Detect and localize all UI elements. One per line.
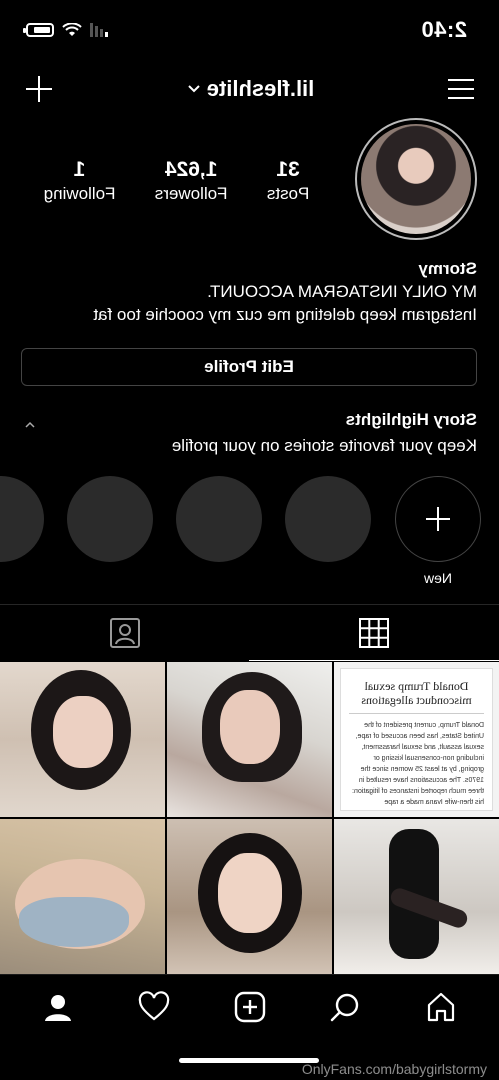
bottom-tab-bar (0, 974, 499, 1038)
posts-grid: Donald Trump sexual misconduct allegatio… (0, 662, 499, 974)
bio-line: Instagram keep deleting me cuz my coochi… (93, 305, 477, 324)
new-highlight-label: New (424, 570, 453, 586)
highlight-placeholder (67, 476, 153, 562)
stat-value: 1,624 (164, 158, 218, 181)
tagged-person-icon (109, 617, 140, 648)
stat-label: Following (43, 184, 116, 203)
highlight-placeholder (285, 476, 371, 562)
highlights-collapse-button[interactable] (24, 416, 36, 434)
article-title: Donald Trump sexual misconduct allegatio… (361, 679, 472, 707)
edit-profile-button[interactable]: Edit Profile (21, 348, 477, 386)
wifi-icon (62, 23, 82, 36)
post-thumbnail[interactable]: Donald Trump sexual misconduct allegatio… (334, 662, 499, 817)
photo-shape (220, 690, 280, 764)
article-divider (349, 713, 484, 714)
profile-display-name: Stormy (418, 259, 477, 278)
plus-icon (26, 76, 52, 102)
photo-shape (19, 897, 129, 947)
nav-add-post[interactable] (226, 983, 274, 1031)
profile-stats: 31 Posts 1,624 Followers 1 Following (24, 158, 329, 204)
status-time: 2:40 (420, 17, 467, 42)
profile-tabs (0, 604, 499, 660)
photo-shape (218, 853, 282, 933)
avatar (361, 124, 471, 234)
status-bar: 2:40 (0, 0, 499, 60)
new-content-button[interactable] (24, 74, 54, 104)
article-screenshot: Donald Trump sexual misconduct allegatio… (340, 668, 493, 811)
status-icons (26, 23, 108, 37)
nav-search[interactable] (321, 983, 369, 1031)
profile-avatar-ring[interactable] (355, 118, 477, 240)
watermark: OnlyFans.com/babygirlstormy (301, 1061, 487, 1077)
profile-header: 31 Posts 1,624 Followers 1 Following (0, 118, 499, 258)
bio-line: MY ONLY INSTAGRAM ACCOUNT. (207, 282, 477, 301)
stat-value: 31 (276, 158, 300, 181)
post-thumbnail[interactable] (334, 819, 499, 974)
profile-icon (44, 994, 71, 1021)
new-highlight-button[interactable]: New (395, 476, 481, 586)
highlights-subtitle: Keep your favorite stories on your profi… (171, 436, 477, 455)
tab-grid[interactable] (250, 605, 499, 660)
highlight-placeholder (0, 476, 44, 562)
chevron-down-icon (187, 85, 200, 93)
grid-icon (359, 617, 390, 648)
new-highlight-circle (395, 476, 481, 562)
stat-following[interactable]: 1 Following (44, 158, 116, 204)
add-post-icon (234, 991, 265, 1022)
post-thumbnail[interactable] (0, 662, 165, 817)
battery-icon (26, 23, 54, 37)
highlight-placeholder (176, 476, 262, 562)
stat-label: Followers (154, 184, 228, 203)
tab-tagged[interactable] (0, 605, 250, 660)
stat-followers[interactable]: 1,624 Followers (155, 158, 228, 204)
account-switcher[interactable]: lil.fleshlite (187, 76, 315, 102)
profile-bio: Stormy MY ONLY INSTAGRAM ACCOUNT. Instag… (17, 258, 477, 326)
mirrored-screen: 2:40 lil.fleshlite 31 Posts 1,624 Follow… (0, 0, 499, 1080)
menu-button[interactable] (447, 77, 475, 101)
post-thumbnail[interactable] (167, 819, 332, 974)
photo-shape (53, 696, 113, 768)
stat-value: 1 (73, 158, 86, 181)
profile-username: lil.fleshlite (206, 76, 315, 101)
plus-icon (426, 507, 450, 531)
nav-home[interactable] (417, 983, 465, 1031)
article-body: Donald Trump, current president of the U… (352, 722, 484, 806)
home-icon (428, 992, 455, 1021)
highlights-row: New (0, 476, 499, 596)
post-thumbnail[interactable] (167, 662, 332, 817)
top-nav: lil.fleshlite (0, 60, 499, 118)
signal-icon (90, 23, 108, 37)
stat-posts[interactable]: 31 Posts (267, 158, 310, 204)
highlights-title: Story Highlights (345, 410, 477, 429)
nav-profile[interactable] (34, 983, 82, 1031)
post-thumbnail[interactable] (0, 819, 165, 974)
search-icon (331, 993, 359, 1021)
chevron-up-icon (25, 421, 35, 428)
heart-icon (138, 990, 169, 1020)
stat-label: Posts (266, 184, 310, 203)
nav-activity[interactable] (130, 983, 178, 1031)
hamburger-menu-icon (448, 79, 474, 99)
